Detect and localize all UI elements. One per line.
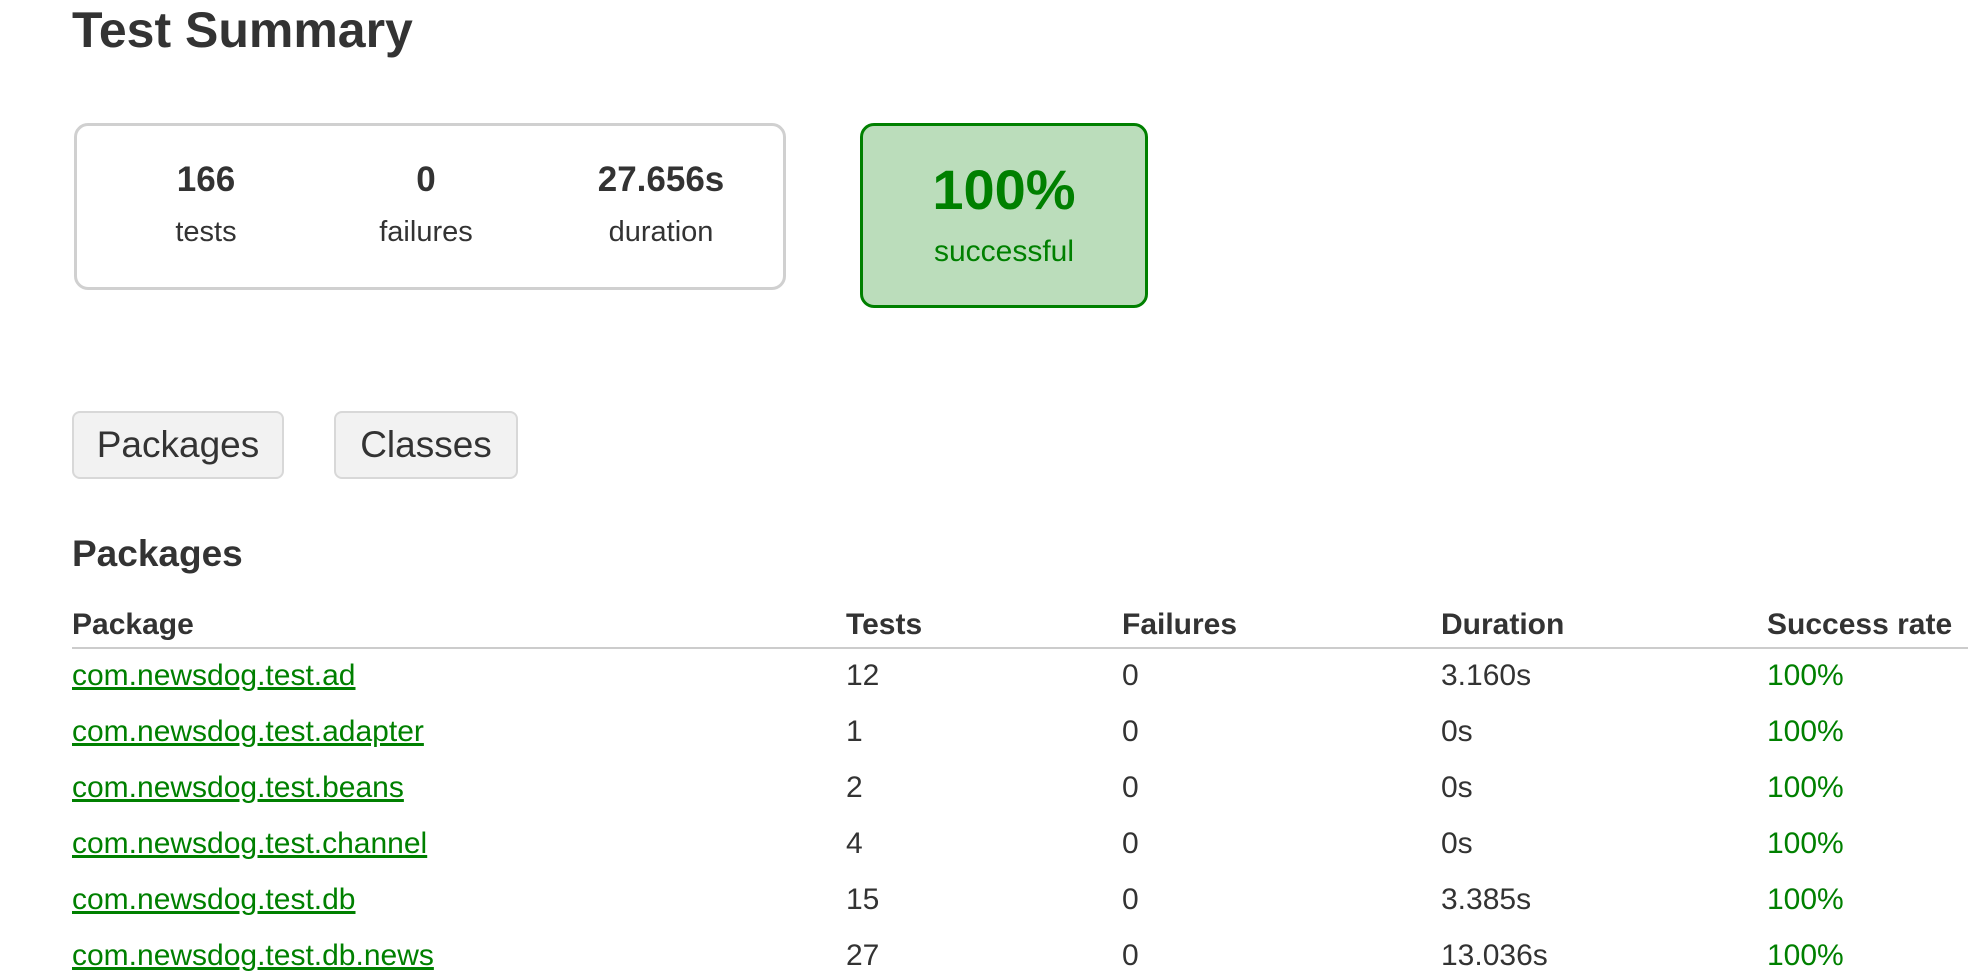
failures-cell: 0 [1122, 939, 1139, 972]
table-row: com.newsdog.test.db.news 27 0 13.036s 10… [0, 934, 1982, 978]
package-cell: com.newsdog.test.channel [72, 822, 427, 866]
package-cell: com.newsdog.test.db [72, 878, 356, 922]
tab-packages[interactable]: Packages [72, 411, 284, 479]
table-row: com.newsdog.test.beans 2 0 0s 100% [0, 766, 1982, 822]
tests-label: tests [175, 216, 237, 248]
package-link[interactable]: com.newsdog.test.channel [72, 827, 427, 860]
tab-classes[interactable]: Classes [334, 411, 518, 479]
package-cell: com.newsdog.test.ad [72, 654, 356, 698]
success-rate-value: 100% [932, 158, 1076, 221]
column-header-tests: Tests [846, 608, 923, 641]
failures-cell: 0 [1122, 715, 1139, 748]
failures-label: failures [379, 216, 473, 248]
table-row: com.newsdog.test.db 15 0 3.385s 100% [0, 878, 1982, 934]
table-row: com.newsdog.test.ad 12 0 3.160s 100% [0, 654, 1982, 710]
success-rate-box: 100% successful [860, 123, 1148, 308]
duration-cell: 3.160s [1441, 659, 1532, 692]
duration-cell: 0s [1441, 771, 1473, 804]
table-header-divider [72, 647, 1968, 649]
package-link[interactable]: com.newsdog.test.adapter [72, 715, 424, 748]
tests-cell: 2 [846, 771, 863, 804]
tests-count: 166 [176, 160, 236, 199]
table-row: com.newsdog.test.adapter 1 0 0s 100% [0, 710, 1982, 766]
success-rate-label: successful [933, 235, 1075, 268]
package-cell: com.newsdog.test.adapter [72, 710, 424, 754]
table-row: com.newsdog.test.channel 4 0 0s 100% [0, 822, 1982, 878]
failures-counter: 0 failures [343, 158, 509, 252]
failures-cell: 0 [1122, 659, 1139, 692]
success-rate-cell: 100% [1767, 883, 1844, 916]
success-rate-cell: 100% [1767, 771, 1844, 804]
duration-counter: 27.656s duration [571, 158, 751, 252]
duration-cell: 0s [1441, 827, 1473, 860]
duration-cell: 13.036s [1441, 939, 1548, 972]
failures-cell: 0 [1122, 827, 1139, 860]
failures-cell: 0 [1122, 883, 1139, 916]
duration-cell: 0s [1441, 715, 1473, 748]
package-cell: com.newsdog.test.beans [72, 766, 404, 810]
failures-cell: 0 [1122, 771, 1139, 804]
success-rate-cell: 100% [1767, 659, 1844, 692]
package-link[interactable]: com.newsdog.test.ad [72, 659, 356, 692]
duration-cell: 3.385s [1441, 883, 1532, 916]
page-title: Test Summary [72, 2, 413, 58]
success-rate-cell: 100% [1767, 715, 1844, 748]
package-link[interactable]: com.newsdog.test.db [72, 883, 356, 916]
column-header-package: Package [72, 608, 194, 641]
test-report-page: Test Summary 166 tests 0 failures 27.656… [0, 0, 1982, 978]
tests-cell: 15 [846, 883, 880, 916]
package-link[interactable]: com.newsdog.test.db.news [72, 939, 434, 972]
packages-section-title: Packages [72, 533, 243, 574]
tests-cell: 12 [846, 659, 880, 692]
summary-box: 166 tests 0 failures 27.656s duration [74, 123, 786, 290]
duration-value: 27.656s [597, 160, 725, 199]
tests-cell: 4 [846, 827, 863, 860]
package-cell: com.newsdog.test.db.news [72, 934, 434, 978]
tests-counter: 166 tests [137, 158, 275, 252]
column-header-failures: Failures [1122, 608, 1238, 641]
duration-label: duration [608, 216, 714, 248]
column-header-success-rate: Success rate [1767, 608, 1953, 641]
success-rate-cell: 100% [1767, 939, 1844, 972]
tests-cell: 1 [846, 715, 863, 748]
tests-cell: 27 [846, 939, 880, 972]
column-header-duration: Duration [1441, 608, 1565, 641]
success-rate-cell: 100% [1767, 827, 1844, 860]
package-link[interactable]: com.newsdog.test.beans [72, 771, 404, 804]
failures-count: 0 [416, 160, 436, 199]
